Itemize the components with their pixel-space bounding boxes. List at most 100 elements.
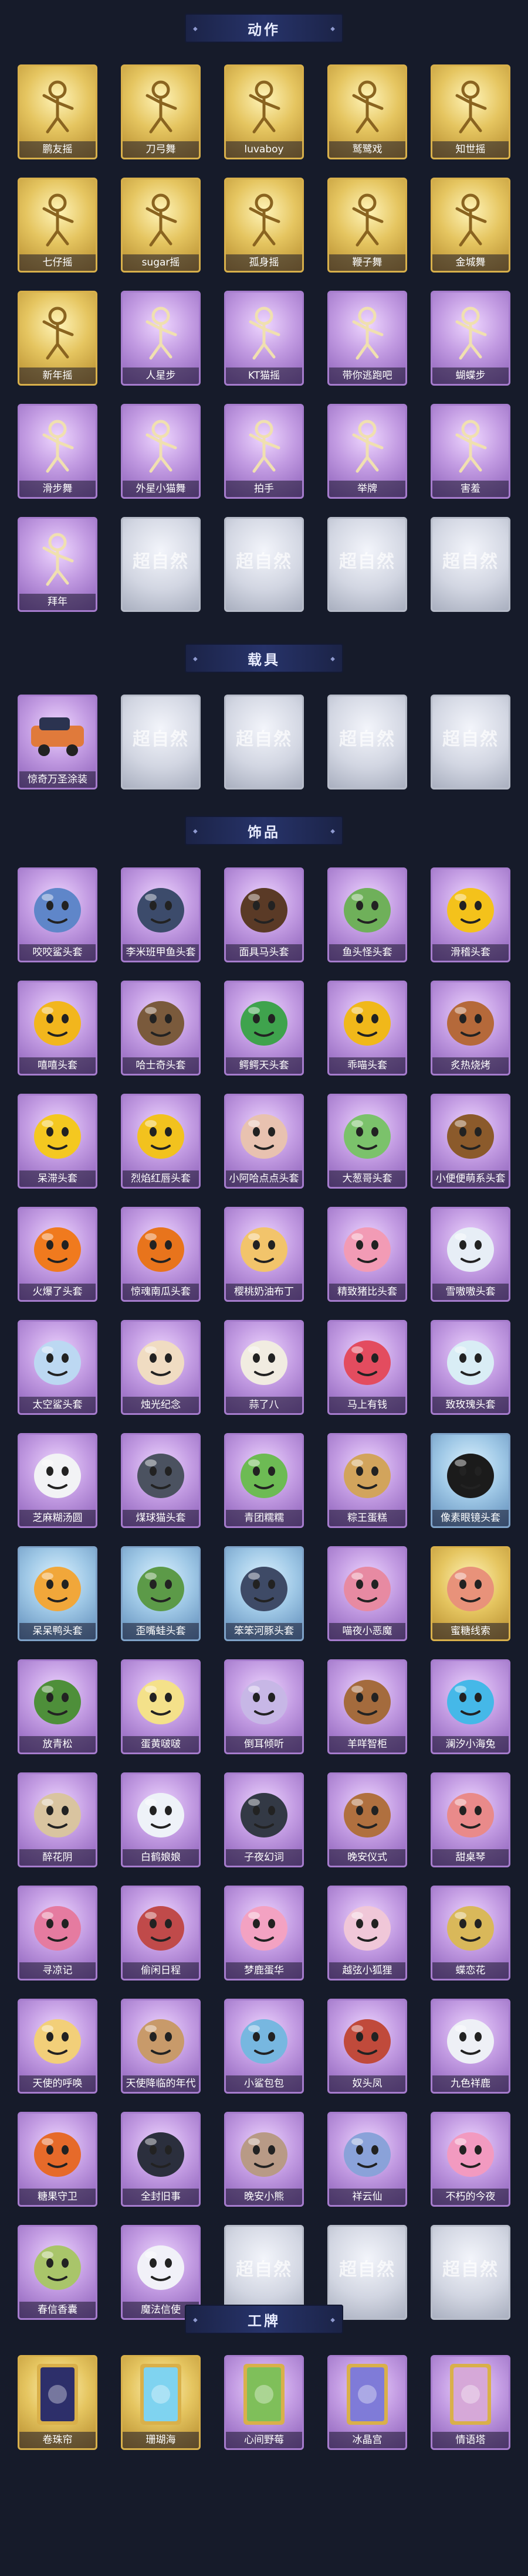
actions-item-card[interactable]: 外星小猫舞 [121,404,201,499]
actions-item-card[interactable]: 金城舞 [431,178,510,273]
actions-item-card[interactable]: KT猫摇 [224,291,304,386]
badges-item-card[interactable]: 心间野莓 [224,2355,304,2450]
actions-item-card[interactable]: luvaboy [224,64,304,159]
accessories-item-card[interactable]: 偷闲日程 [121,1886,201,1981]
accessories-item-card[interactable]: 马上有钱 [327,1320,407,1415]
accessories-item-card[interactable]: 全封旧事 [121,2112,201,2207]
accessories-item-card[interactable]: 火爆了头套 [18,1207,97,1302]
actions-item-card[interactable]: sugar摇 [121,178,201,273]
item-label: 刀弓舞 [123,141,199,158]
accessories-item-card[interactable]: 烛光纪念 [121,1320,201,1415]
accessories-item-card[interactable]: 超自然 [431,2225,510,2320]
accessories-item-card[interactable]: 倒耳倾听 [224,1659,304,1754]
accessories-item-card[interactable]: 太空鲨头套 [18,1320,97,1415]
accessories-item-card[interactable]: 歪嘴蛙头套 [121,1546,201,1641]
badges-item-card[interactable]: 珊瑚海 [121,2355,201,2450]
vehicles-item-card[interactable]: 超自然 [327,695,407,790]
accessories-item-card[interactable]: 李米班甲鱼头套 [121,867,201,962]
accessories-item-card[interactable]: 笨笨河豚头套 [224,1546,304,1641]
accessories-item-card[interactable]: 炙热烧烤 [431,981,510,1076]
accessories-item-card[interactable]: 樱桃奶油布丁 [224,1207,304,1302]
accessories-item-card[interactable]: 蛋黄啵啵 [121,1659,201,1754]
vehicles-item-card[interactable]: 超自然 [224,695,304,790]
accessories-item-card[interactable]: 咬咬鲨头套 [18,867,97,962]
accessories-item-card[interactable]: 大葱哥头套 [327,1094,407,1189]
accessories-item-card[interactable]: 晚安小熊 [224,2112,304,2207]
accessories-item-card[interactable]: 蝶恋花 [431,1886,510,1981]
accessories-item-card[interactable]: 小鲨包包 [224,1999,304,2094]
accessories-item-card[interactable]: 白鹤娘娘 [121,1772,201,1867]
actions-item-card[interactable]: 知世摇 [431,64,510,159]
emoji-face-icon [19,1095,96,1172]
accessories-item-card[interactable]: 放青松 [18,1659,97,1754]
actions-item-card[interactable]: 鞭子舞 [327,178,407,273]
accessories-item-card[interactable]: 像素眼镜头套 [431,1433,510,1528]
accessories-item-card[interactable]: 澜汐小海兔 [431,1659,510,1754]
actions-item-card[interactable]: 超自然 [224,517,304,612]
vehicles-item-card[interactable]: 超自然 [121,695,201,790]
actions-item-card[interactable]: 拜年 [18,517,97,612]
accessories-item-card[interactable]: 祥云仙 [327,2112,407,2207]
angel-girl-icon [123,2000,199,2077]
accessories-item-card[interactable]: 呆滞头套 [18,1094,97,1189]
actions-item-card[interactable]: 拍手 [224,404,304,499]
vehicles-item-card[interactable]: 惊奇万圣涂装 [18,695,97,790]
accessories-item-card[interactable]: 蜜糖线索 [431,1546,510,1641]
accessories-item-card[interactable]: 哈士奇头套 [121,981,201,1076]
actions-item-card[interactable]: 超自然 [431,517,510,612]
accessories-item-card[interactable]: 晚安仪式 [327,1772,407,1867]
accessories-item-card[interactable]: 青团糯糯 [224,1433,304,1528]
accessories-item-card[interactable]: 鱼头怪头套 [327,867,407,962]
badges-item-card[interactable]: 冰晶宫 [327,2355,407,2450]
badges-item-card[interactable]: 情语塔 [431,2355,510,2450]
vehicles-item-card[interactable]: 超自然 [431,695,510,790]
actions-item-card[interactable]: 超自然 [327,517,407,612]
accessories-item-card[interactable]: 蒜了八 [224,1320,304,1415]
actions-item-card[interactable]: 害羞 [431,404,510,499]
accessories-item-card[interactable]: 致玫瑰头套 [431,1320,510,1415]
accessories-item-card[interactable]: 芝麻糊汤圆 [18,1433,97,1528]
accessories-item-card[interactable]: 滑稽头套 [431,867,510,962]
actions-item-card[interactable]: 鹫鹭戏 [327,64,407,159]
accessories-item-card[interactable]: 甜桌琴 [431,1772,510,1867]
accessories-item-card[interactable]: 春信香囊 [18,2225,97,2320]
actions-item-card[interactable]: 举牌 [327,404,407,499]
actions-item-card[interactable]: 刀弓舞 [121,64,201,159]
accessories-item-card[interactable]: 面具马头套 [224,867,304,962]
accessories-item-card[interactable]: 小便便萌系头套 [431,1094,510,1189]
accessories-item-card[interactable]: 寻凉记 [18,1886,97,1981]
actions-item-card[interactable]: 带你逃跑吧 [327,291,407,386]
accessories-item-card[interactable]: 小阿哈点点头套 [224,1094,304,1189]
badges-item-card[interactable]: 卷珠帘 [18,2355,97,2450]
actions-item-card[interactable]: 七仔摇 [18,178,97,273]
accessories-item-card[interactable]: 粽王蛋糕 [327,1433,407,1528]
accessories-item-card[interactable]: 梦鹿蛋华 [224,1886,304,1981]
accessories-item-card[interactable]: 烈焰红唇头套 [121,1094,201,1189]
accessories-item-card[interactable]: 醉花阴 [18,1772,97,1867]
actions-item-card[interactable]: 超自然 [121,517,201,612]
actions-item-card[interactable]: 新年摇 [18,291,97,386]
accessories-item-card[interactable]: 鳄鳄天头套 [224,981,304,1076]
actions-item-card[interactable]: 鹏友摇 [18,64,97,159]
accessories-item-card[interactable]: 天使降临的年代 [121,1999,201,2094]
actions-item-card[interactable]: 滑步舞 [18,404,97,499]
accessories-item-card[interactable]: 九色祥鹿 [431,1999,510,2094]
accessories-item-card[interactable]: 嘻嘻头套 [18,981,97,1076]
accessories-item-card[interactable]: 越弦小狐狸 [327,1886,407,1981]
actions-item-card[interactable]: 人星步 [121,291,201,386]
accessories-item-card[interactable]: 精致猪比头套 [327,1207,407,1302]
actions-item-card[interactable]: 蝴蝶步 [431,291,510,386]
accessories-item-card[interactable]: 糖果守卫 [18,2112,97,2207]
accessories-item-card[interactable]: 雪嗷嗷头套 [431,1207,510,1302]
accessories-item-card[interactable]: 乖喵头套 [327,981,407,1076]
accessories-item-card[interactable]: 惊魂南瓜头套 [121,1207,201,1302]
accessories-item-card[interactable]: 呆呆鸭头套 [18,1546,97,1641]
accessories-item-card[interactable]: 天使的呼唤 [18,1999,97,2094]
actions-item-card[interactable]: 孤身摇 [224,178,304,273]
accessories-item-card[interactable]: 喵夜小恶魔 [327,1546,407,1641]
accessories-item-card[interactable]: 不朽的今夜 [431,2112,510,2207]
accessories-item-card[interactable]: 煤球猫头套 [121,1433,201,1528]
accessories-item-card[interactable]: 奴头凤 [327,1999,407,2094]
accessories-item-card[interactable]: 羊咩智柜 [327,1659,407,1754]
accessories-item-card[interactable]: 子夜幻词 [224,1772,304,1867]
